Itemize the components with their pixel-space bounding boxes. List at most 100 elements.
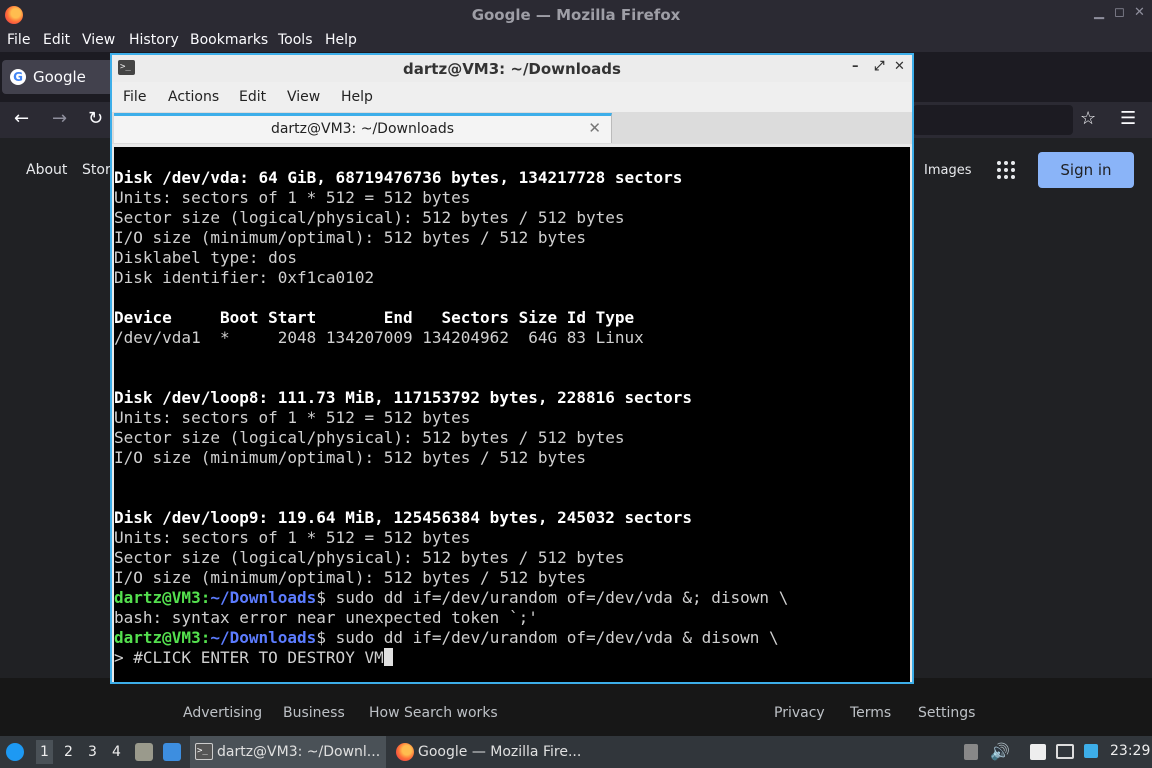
show-desktop-icon[interactable] bbox=[163, 743, 181, 761]
terminal-line: /dev/vda1 * 2048 134207009 134204962 64G… bbox=[114, 328, 910, 348]
terminal-line: Sector size (logical/physical): 512 byte… bbox=[114, 208, 910, 228]
google-apps-icon[interactable] bbox=[996, 160, 1016, 180]
terminal-line: Disk /dev/loop8: 111.73 MiB, 117153792 b… bbox=[114, 388, 910, 408]
line-text: Disk /dev/loop8: 111.73 MiB, 117153792 b… bbox=[114, 388, 692, 407]
terminal-line: I/O size (minimum/optimal): 512 bytes / … bbox=[114, 228, 910, 248]
line-text: /dev/vda1 * 2048 134207009 134204962 64G… bbox=[114, 328, 644, 347]
footer-settings-link[interactable]: Settings bbox=[918, 705, 975, 721]
menu-tools[interactable]: Tools bbox=[278, 32, 313, 48]
line-text: Disk identifier: 0xf1ca0102 bbox=[114, 268, 375, 287]
prompt-command: $ sudo dd if=/dev/urandom of=/dev/vda & … bbox=[316, 628, 779, 647]
menu-bookmarks[interactable]: Bookmarks bbox=[190, 32, 268, 48]
prompt-command: $ sudo dd if=/dev/urandom of=/dev/vda &;… bbox=[316, 588, 789, 607]
url-bar[interactable] bbox=[913, 105, 1073, 135]
notes-icon[interactable] bbox=[1030, 744, 1046, 760]
terminal-prompt-line: dartz@VM3:~/Downloads$ sudo dd if=/dev/u… bbox=[114, 588, 910, 608]
line-text: Sector size (logical/physical): 512 byte… bbox=[114, 428, 625, 447]
taskbar-task-firefox[interactable]: Google — Mozilla Fire... bbox=[392, 736, 592, 768]
terminal-maximize-icon[interactable]: ⤢ bbox=[874, 59, 884, 74]
app-menu-icon[interactable]: ☰ bbox=[1120, 108, 1136, 129]
line-text: Units: sectors of 1 * 512 = 512 bytes bbox=[114, 188, 471, 207]
taskbar-task-terminal[interactable]: >_ dartz@VM3: ~/Downl... bbox=[190, 736, 386, 768]
file-manager-icon[interactable] bbox=[135, 743, 153, 761]
images-link[interactable]: Images bbox=[924, 163, 972, 178]
workspace-3[interactable]: 3 bbox=[88, 744, 97, 760]
taskbar: 1 2 3 4 >_ dartz@VM3: ~/Downl... Google … bbox=[0, 736, 1152, 768]
tab-close-icon[interactable]: ✕ bbox=[588, 119, 601, 137]
footer-business-link[interactable]: Business bbox=[283, 705, 345, 721]
terminal-window: >_ dartz@VM3: ~/Downloads – ⤢ ✕ File Act… bbox=[110, 53, 914, 684]
line-text: Sector size (logical/physical): 512 byte… bbox=[114, 208, 625, 227]
terminal-line: bash: syntax error near unexpected token… bbox=[114, 608, 910, 628]
menu-view[interactable]: View bbox=[82, 32, 115, 48]
terminal-menu-actions[interactable]: Actions bbox=[168, 89, 219, 105]
prompt-separator: : bbox=[200, 628, 211, 647]
terminal-menu-view[interactable]: View bbox=[287, 89, 320, 105]
workspace-2[interactable]: 2 bbox=[64, 744, 73, 760]
line-text: Disk /dev/loop9: 119.64 MiB, 125456384 b… bbox=[114, 508, 692, 527]
line-text: > #CLICK ENTER TO DESTROY VM bbox=[114, 648, 384, 667]
terminal-close-icon[interactable]: ✕ bbox=[894, 59, 905, 74]
line-text: bash: syntax error near unexpected token… bbox=[114, 608, 538, 627]
terminal-cursor bbox=[383, 648, 393, 666]
sign-in-button[interactable]: Sign in bbox=[1038, 152, 1134, 188]
line-text: Device Boot Start End Sectors Size Id Ty… bbox=[114, 308, 635, 327]
network-icon[interactable] bbox=[1056, 744, 1074, 759]
terminal-menu-file[interactable]: File bbox=[123, 89, 146, 105]
terminal-menu-help[interactable]: Help bbox=[341, 89, 373, 105]
forward-icon[interactable]: → bbox=[52, 108, 67, 129]
tab-google[interactable]: G Google bbox=[2, 60, 122, 94]
clock[interactable]: 23:29 bbox=[1110, 743, 1150, 759]
close-icon[interactable]: ✕ bbox=[1134, 5, 1145, 20]
terminal-menu-edit[interactable]: Edit bbox=[239, 89, 266, 105]
about-link[interactable]: About bbox=[26, 162, 67, 178]
terminal-output[interactable]: Disk /dev/vda: 64 GiB, 68719476736 bytes… bbox=[114, 147, 910, 682]
menu-history[interactable]: History bbox=[129, 32, 179, 48]
terminal-line: Units: sectors of 1 * 512 = 512 bytes bbox=[114, 528, 910, 548]
workspace-4[interactable]: 4 bbox=[112, 744, 121, 760]
firefox-icon bbox=[396, 743, 414, 761]
terminal-tabbar: dartz@VM3: ~/Downloads ✕ bbox=[112, 112, 912, 144]
clipboard-icon[interactable] bbox=[964, 744, 978, 760]
terminal-minimize-icon[interactable]: – bbox=[852, 59, 859, 74]
footer-advertising-link[interactable]: Advertising bbox=[183, 705, 262, 721]
terminal-line: Sector size (logical/physical): 512 byte… bbox=[114, 548, 910, 568]
terminal-icon: >_ bbox=[195, 743, 213, 760]
terminal-menubar: File Actions Edit View Help bbox=[112, 82, 912, 112]
menu-edit[interactable]: Edit bbox=[43, 32, 70, 48]
line-text: Units: sectors of 1 * 512 = 512 bytes bbox=[114, 408, 471, 427]
back-icon[interactable]: ← bbox=[14, 108, 29, 129]
app-launcher-icon[interactable] bbox=[6, 743, 24, 761]
prompt-separator: : bbox=[200, 588, 211, 607]
terminal-line: I/O size (minimum/optimal): 512 bytes / … bbox=[114, 448, 910, 468]
terminal-tab[interactable]: dartz@VM3: ~/Downloads ✕ bbox=[114, 113, 612, 143]
line-text: Disklabel type: dos bbox=[114, 248, 298, 267]
maximize-icon[interactable]: ◻ bbox=[1114, 5, 1125, 20]
workspace-1[interactable]: 1 bbox=[36, 740, 53, 764]
firefox-window-title: Google — Mozilla Firefox bbox=[471, 6, 681, 24]
updates-icon[interactable] bbox=[1084, 744, 1098, 758]
footer-how-search-works-link[interactable]: How Search works bbox=[369, 705, 498, 721]
prompt-path: ~/Downloads bbox=[210, 588, 317, 607]
terminal-line: Disk /dev/vda: 64 GiB, 68719476736 bytes… bbox=[114, 168, 910, 188]
line-text: Units: sectors of 1 * 512 = 512 bytes bbox=[114, 528, 471, 547]
menu-help[interactable]: Help bbox=[325, 32, 357, 48]
line-text: I/O size (minimum/optimal): 512 bytes / … bbox=[114, 568, 587, 587]
tab-label: Google bbox=[33, 68, 86, 86]
terminal-titlebar[interactable]: >_ dartz@VM3: ~/Downloads – ⤢ ✕ bbox=[112, 55, 912, 82]
bookmark-star-icon[interactable]: ☆ bbox=[1080, 108, 1096, 129]
line-text: I/O size (minimum/optimal): 512 bytes / … bbox=[114, 448, 587, 467]
volume-icon[interactable]: 🔊 bbox=[990, 742, 1010, 761]
prompt-user: dartz@VM3 bbox=[114, 628, 201, 647]
minimize-icon[interactable]: ▁ bbox=[1094, 5, 1104, 20]
footer-privacy-link[interactable]: Privacy bbox=[774, 705, 825, 721]
reload-icon[interactable]: ↻ bbox=[88, 108, 103, 129]
taskbar-task-label: dartz@VM3: ~/Downl... bbox=[217, 744, 381, 760]
footer-terms-link[interactable]: Terms bbox=[850, 705, 891, 721]
terminal-line: Disk /dev/loop9: 119.64 MiB, 125456384 b… bbox=[114, 508, 910, 528]
menu-file[interactable]: File bbox=[7, 32, 30, 48]
terminal-lines: Disk /dev/vda: 64 GiB, 68719476736 bytes… bbox=[114, 168, 910, 668]
google-favicon-icon: G bbox=[10, 69, 26, 85]
